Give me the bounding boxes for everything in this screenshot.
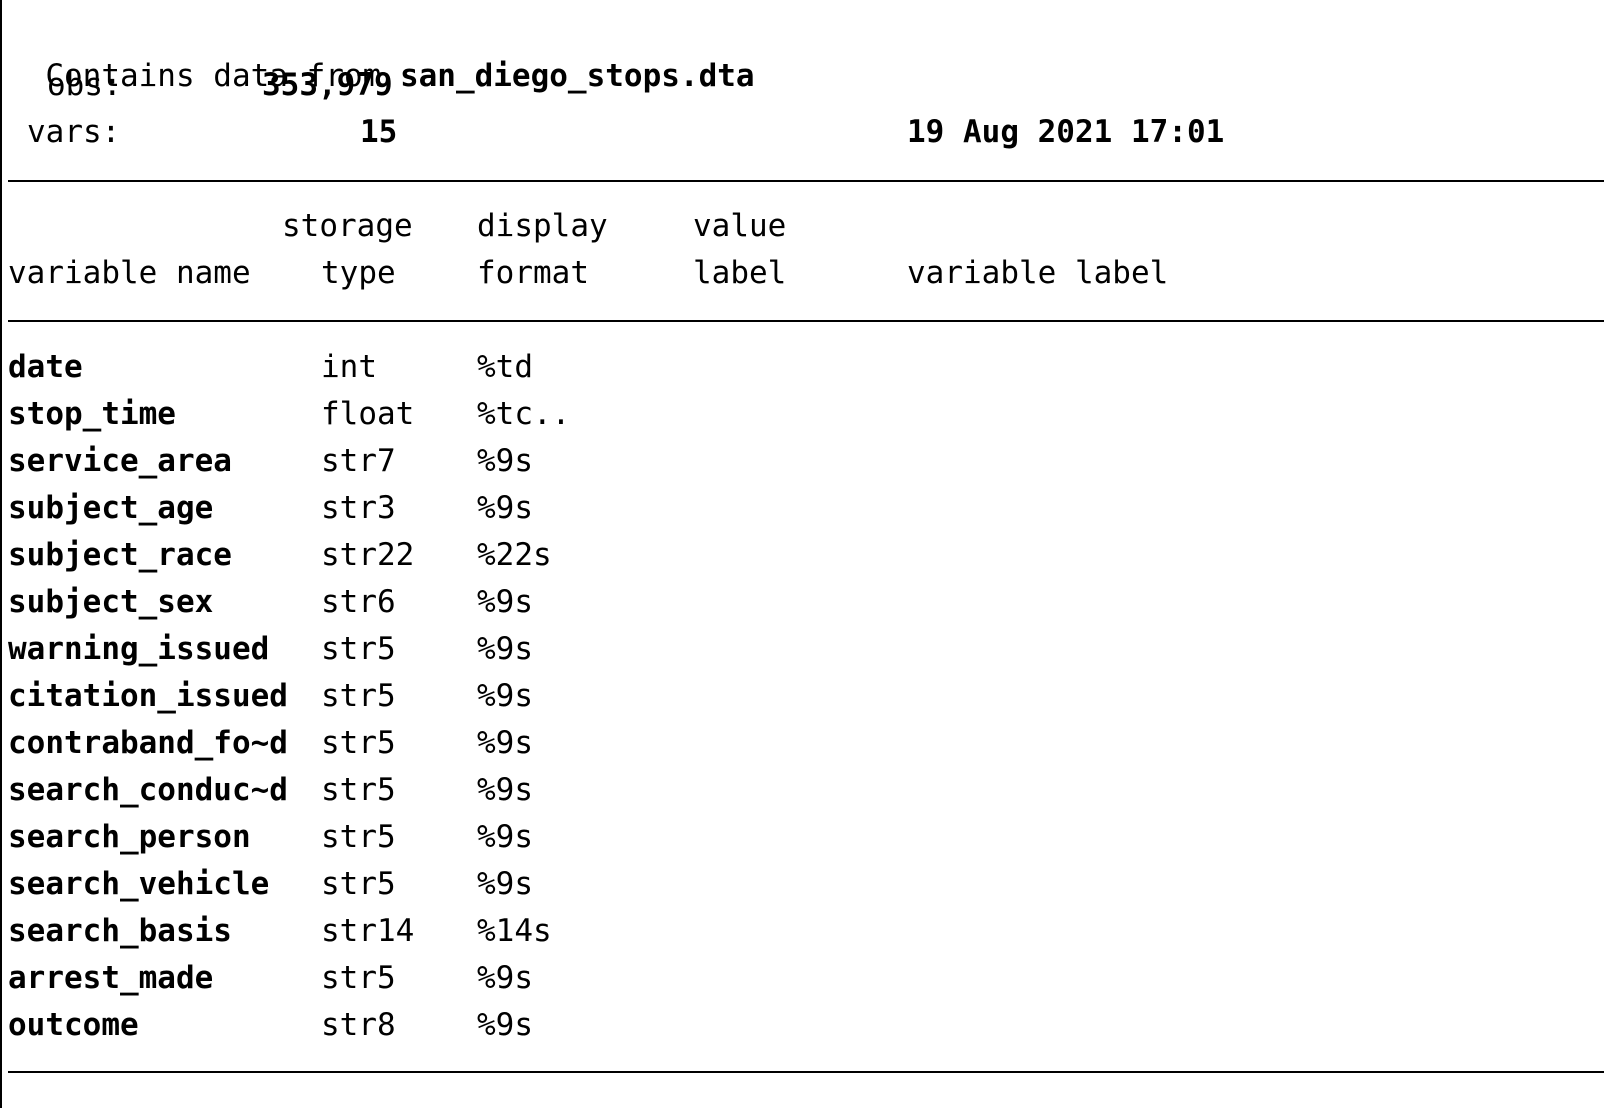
header-value: value bbox=[693, 208, 787, 244]
variable-name: outcome bbox=[8, 1007, 139, 1043]
display-format: %9s bbox=[477, 866, 533, 902]
variable-name: citation_issued bbox=[8, 678, 288, 714]
header-variable-label: variable label bbox=[907, 255, 1169, 291]
obs-label: obs: bbox=[47, 67, 122, 103]
display-format: %tc.. bbox=[477, 396, 571, 432]
display-format: %9s bbox=[477, 725, 533, 761]
variable-name: search_basis bbox=[8, 913, 232, 949]
header-label: label bbox=[693, 255, 787, 291]
variable-name: date bbox=[8, 349, 83, 385]
variable-name: subject_age bbox=[8, 490, 214, 526]
variable-name: subject_sex bbox=[8, 584, 214, 620]
header-variable-name: variable name bbox=[8, 255, 251, 291]
storage-type: str5 bbox=[321, 725, 396, 761]
variable-name: warning_issued bbox=[8, 631, 270, 667]
storage-type: str7 bbox=[321, 443, 396, 479]
storage-type: str8 bbox=[321, 1007, 396, 1043]
storage-type: str5 bbox=[321, 772, 396, 808]
storage-type: str5 bbox=[321, 678, 396, 714]
header-type: type bbox=[321, 255, 396, 291]
display-format: %14s bbox=[477, 913, 552, 949]
display-format: %9s bbox=[477, 772, 533, 808]
display-format: %9s bbox=[477, 678, 533, 714]
variable-name: search_conduc~d bbox=[8, 772, 288, 808]
storage-type: str14 bbox=[321, 913, 415, 949]
variable-name: arrest_made bbox=[8, 960, 214, 996]
display-format: %td bbox=[477, 349, 533, 385]
variable-name: contraband_fo~d bbox=[8, 725, 288, 761]
display-format: %9s bbox=[477, 960, 533, 996]
storage-type: str5 bbox=[321, 960, 396, 996]
storage-type: str22 bbox=[321, 537, 415, 573]
dataset-timestamp: 19 Aug 2021 17:01 bbox=[907, 114, 1225, 150]
vars-value: 15 bbox=[360, 114, 398, 150]
header-format: format bbox=[477, 255, 589, 291]
display-format: %9s bbox=[477, 819, 533, 855]
storage-type: str5 bbox=[321, 819, 396, 855]
dataset-filename: san_diego_stops.dta bbox=[399, 58, 755, 94]
obs-value: 353,979 bbox=[262, 67, 393, 103]
divider-top bbox=[8, 180, 1604, 182]
variable-name: search_person bbox=[8, 819, 251, 855]
storage-type: str5 bbox=[321, 631, 396, 667]
variable-name: subject_race bbox=[8, 537, 232, 573]
storage-type: str6 bbox=[321, 584, 396, 620]
storage-type: str3 bbox=[321, 490, 396, 526]
variable-name: search_vehicle bbox=[8, 866, 270, 902]
variable-name: stop_time bbox=[8, 396, 176, 432]
window-left-border bbox=[0, 0, 2, 1108]
display-format: %9s bbox=[477, 1007, 533, 1043]
header-display: display bbox=[477, 208, 608, 244]
storage-type: float bbox=[321, 396, 415, 432]
display-format: %9s bbox=[477, 584, 533, 620]
vars-label: vars: bbox=[27, 114, 121, 150]
variable-name: service_area bbox=[8, 443, 232, 479]
display-format: %9s bbox=[477, 631, 533, 667]
divider-bottom bbox=[8, 1071, 1604, 1073]
display-format: %9s bbox=[477, 443, 533, 479]
display-format: %22s bbox=[477, 537, 552, 573]
divider-middle bbox=[8, 320, 1604, 322]
storage-type: int bbox=[321, 349, 377, 385]
header-storage: storage bbox=[282, 208, 413, 244]
storage-type: str5 bbox=[321, 866, 396, 902]
display-format: %9s bbox=[477, 490, 533, 526]
